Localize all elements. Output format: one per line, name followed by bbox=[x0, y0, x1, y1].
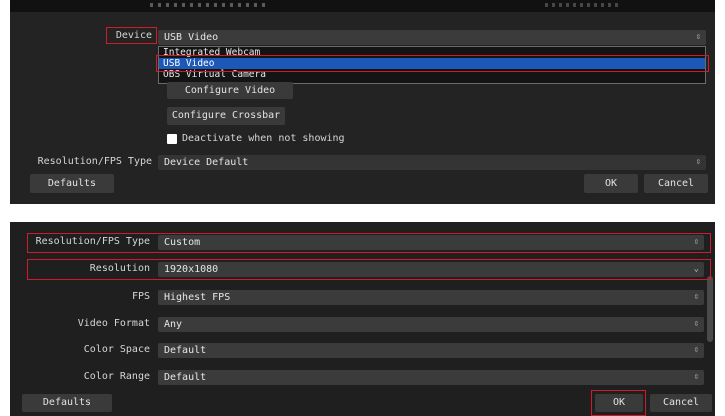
chevron-down-icon: ⌄ bbox=[693, 264, 699, 274]
ok-button[interactable]: OK bbox=[595, 394, 643, 412]
dropdown-item-obs-virtual-camera[interactable]: OBS Virtual Camera bbox=[159, 69, 705, 80]
color-space-value: Default bbox=[164, 345, 207, 356]
updown-arrow-icon: ⇳ bbox=[693, 319, 699, 329]
res-fps-type-label: Resolution/FPS Type bbox=[35, 236, 150, 247]
device-select-value: USB Video bbox=[164, 32, 219, 43]
defaults-button[interactable]: Defaults bbox=[30, 174, 114, 193]
color-space-select[interactable]: Default ⇳ bbox=[158, 343, 704, 358]
scrollbar[interactable] bbox=[707, 276, 713, 342]
updown-arrow-icon: ⇳ bbox=[695, 32, 701, 42]
configure-video-button[interactable]: Configure Video bbox=[167, 82, 293, 99]
res-fps-type-select[interactable]: Custom ⇳ bbox=[158, 235, 704, 250]
dropdown-item-usb-video[interactable]: USB Video bbox=[159, 58, 705, 69]
device-dropdown-list: Integrated Webcam USB Video OBS Virtual … bbox=[158, 46, 706, 84]
color-range-select[interactable]: Default ⇳ bbox=[158, 370, 704, 385]
resolution-label: Resolution bbox=[89, 263, 150, 274]
video-format-value: Any bbox=[164, 319, 183, 330]
updown-arrow-icon: ⇳ bbox=[693, 292, 699, 302]
defaults-button[interactable]: Defaults bbox=[22, 394, 112, 412]
cancel-button[interactable]: Cancel bbox=[650, 394, 712, 412]
cancel-button[interactable]: Cancel bbox=[644, 174, 708, 193]
device-label: Device bbox=[115, 30, 152, 41]
res-fps-type-value: Device Default bbox=[164, 157, 249, 168]
video-format-select[interactable]: Any ⇳ bbox=[158, 317, 704, 332]
cropped-toolbar-strip bbox=[10, 0, 715, 12]
deactivate-label: Deactivate when not showing bbox=[182, 133, 345, 144]
ok-button[interactable]: OK bbox=[584, 174, 638, 193]
configure-crossbar-button[interactable]: Configure Crossbar bbox=[167, 107, 285, 125]
fps-label: FPS bbox=[131, 291, 150, 302]
device-properties-panel: Device USB Video ⇳ Integrated Webcam USB… bbox=[10, 0, 715, 204]
resolution-input[interactable]: 1920x1080 ⌄ bbox=[158, 262, 704, 277]
res-fps-type-label: Resolution/FPS Type bbox=[37, 156, 152, 167]
dropdown-item-integrated-webcam[interactable]: Integrated Webcam bbox=[159, 47, 705, 58]
color-range-label: Color Range bbox=[83, 371, 150, 382]
fps-select[interactable]: Highest FPS ⇳ bbox=[158, 290, 704, 305]
video-format-label: Video Format bbox=[77, 318, 150, 329]
updown-arrow-icon: ⇳ bbox=[693, 237, 699, 247]
color-range-value: Default bbox=[164, 372, 207, 383]
res-fps-type-select[interactable]: Device Default ⇳ bbox=[158, 155, 706, 170]
color-space-label: Color Space bbox=[83, 344, 150, 355]
custom-resolution-panel: Resolution/FPS Type Custom ⇳ Resolution … bbox=[10, 222, 715, 416]
device-select[interactable]: USB Video ⇳ bbox=[158, 30, 706, 45]
updown-arrow-icon: ⇳ bbox=[693, 345, 699, 355]
fps-value: Highest FPS bbox=[164, 292, 231, 303]
res-fps-type-value: Custom bbox=[164, 237, 201, 248]
deactivate-checkbox[interactable] bbox=[167, 134, 177, 144]
updown-arrow-icon: ⇳ bbox=[693, 372, 699, 382]
resolution-value: 1920x1080 bbox=[164, 264, 219, 275]
updown-arrow-icon: ⇳ bbox=[695, 157, 701, 167]
